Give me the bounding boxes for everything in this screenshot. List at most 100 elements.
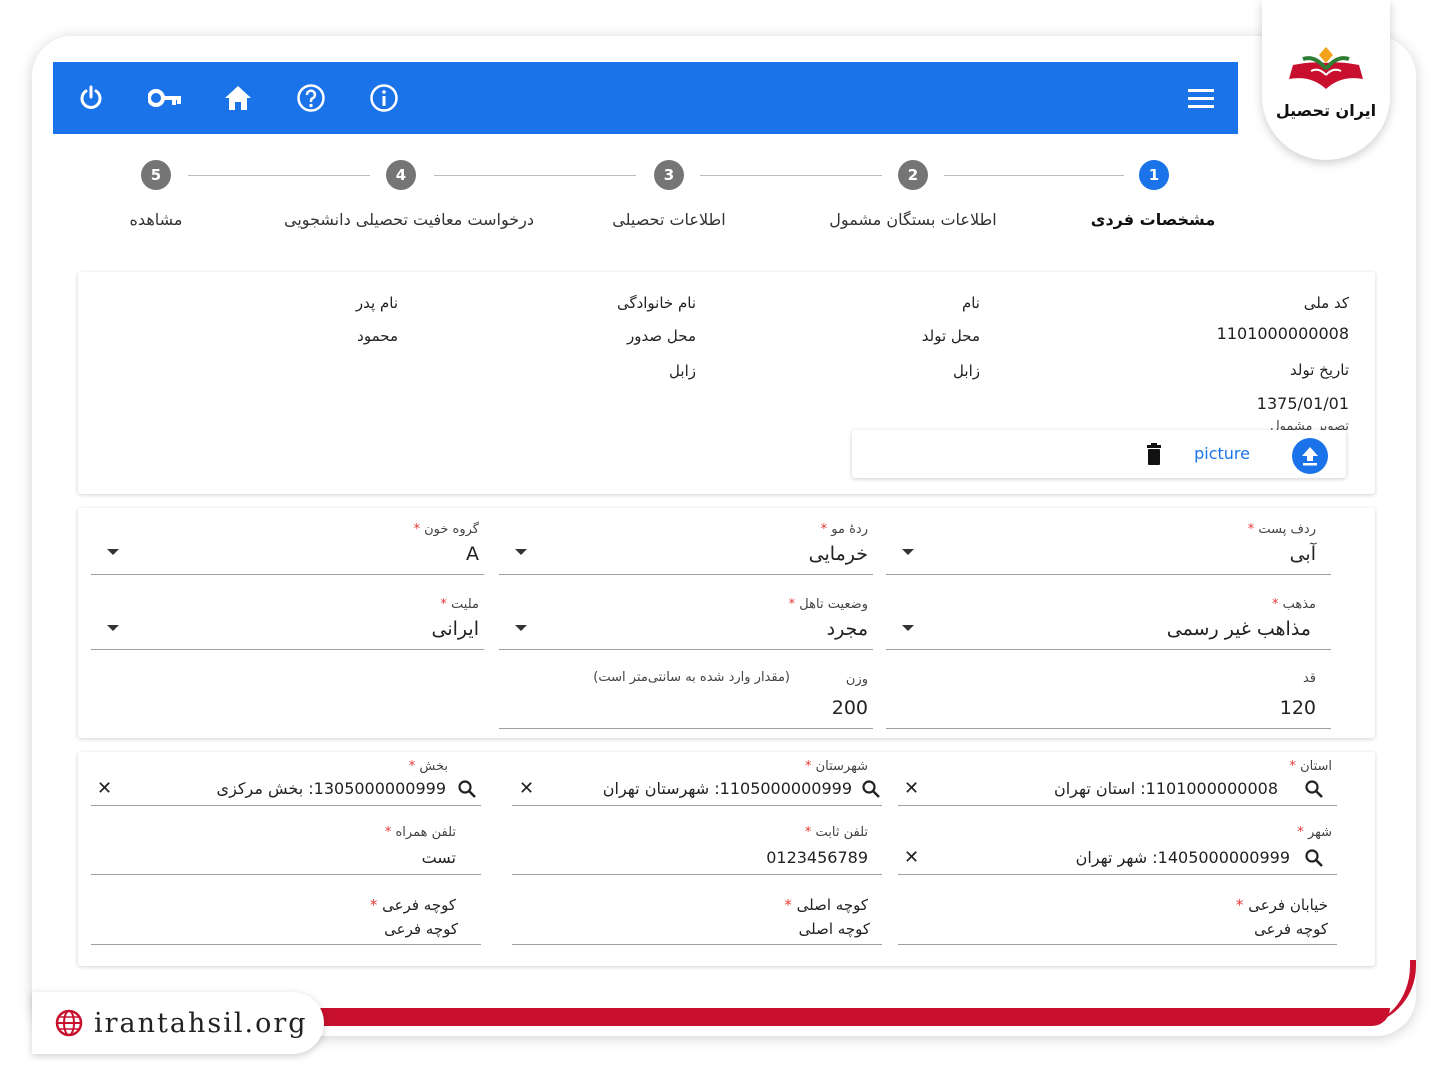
step-5-label[interactable]: مشاهده <box>130 210 183 229</box>
step-1-label[interactable]: مشخصات فردی <box>1091 210 1215 229</box>
district-label: بخش * <box>408 759 448 774</box>
step-connector <box>700 175 882 176</box>
skin-select-underline <box>886 574 1331 575</box>
chevron-down-icon[interactable] <box>515 625 527 631</box>
step-2-circle[interactable]: 2 <box>898 160 928 190</box>
district-value[interactable]: 1305000000999: بخش مرکزی <box>217 779 446 798</box>
street-input[interactable]: کوچه فرعی <box>1254 920 1328 938</box>
issue-place-value: زابل <box>669 362 696 380</box>
step-1-circle[interactable]: 1 <box>1139 160 1169 190</box>
hair-select-value[interactable]: خرمایی <box>809 543 868 565</box>
height-underline <box>886 728 1331 729</box>
nationality-label: ملیت * <box>440 597 479 612</box>
decor-red-band <box>300 1008 1390 1026</box>
help-icon[interactable] <box>293 80 329 116</box>
height-label: قد <box>1302 671 1316 686</box>
skin-label: ردف پست * <box>1247 522 1316 537</box>
step-4-label[interactable]: درخواست معافیت تحصیلی دانشجویی <box>284 210 534 229</box>
first-name-label: نام <box>961 294 980 312</box>
home-icon[interactable] <box>220 80 256 116</box>
chevron-down-icon[interactable] <box>515 549 527 555</box>
mobile-underline <box>91 874 481 875</box>
religion-select-underline <box>886 649 1331 650</box>
religion-select-value[interactable]: مذاهب غیر رسمی <box>1167 618 1311 640</box>
step-4-circle[interactable]: 4 <box>386 160 416 190</box>
mobile-input[interactable]: تست <box>422 848 456 867</box>
height-input[interactable]: 120 <box>1280 697 1316 719</box>
step-3-label[interactable]: اطلاعات تحصیلی <box>612 210 725 229</box>
marital-select-value[interactable]: مجرد <box>827 618 868 640</box>
national-code-label: کد ملی <box>1303 294 1349 312</box>
clear-icon[interactable]: ✕ <box>519 778 534 799</box>
chevron-down-icon[interactable] <box>107 549 119 555</box>
weight-input[interactable]: 200 <box>832 697 868 719</box>
clear-icon[interactable]: ✕ <box>97 778 112 799</box>
father-name-value: محمود <box>357 327 398 345</box>
site-badge: irantahsil.org <box>32 992 324 1054</box>
info-icon[interactable] <box>366 80 402 116</box>
chevron-down-icon[interactable] <box>902 549 914 555</box>
search-icon[interactable] <box>458 780 476 798</box>
step-3-circle[interactable]: 3 <box>654 160 684 190</box>
step-5-circle[interactable]: 5 <box>141 160 171 190</box>
marital-select-underline <box>499 649 873 650</box>
skin-select-value[interactable]: آبی <box>1290 543 1316 565</box>
sub-alley-input[interactable]: کوچه فرعی <box>384 920 458 938</box>
key-icon[interactable] <box>147 80 183 116</box>
search-icon[interactable] <box>862 780 880 798</box>
sub-alley-underline <box>91 944 481 945</box>
phone-input[interactable]: 0123456789 <box>766 848 868 867</box>
menu-icon[interactable] <box>1183 80 1219 116</box>
power-icon[interactable] <box>73 80 109 116</box>
hair-label: ردهٔ مو * <box>820 522 868 537</box>
city-label: شهر * <box>1297 825 1332 840</box>
delete-icon[interactable] <box>1146 443 1162 465</box>
chevron-down-icon[interactable] <box>902 625 914 631</box>
hair-select-underline <box>499 574 873 575</box>
sub-alley-label: کوچه فرعی * <box>369 896 456 914</box>
upload-button[interactable] <box>1292 438 1328 474</box>
step-2-label[interactable]: اطلاعات بستگان مشمول <box>829 210 996 229</box>
weight-label: وزن <box>845 672 868 687</box>
county-value[interactable]: 1105000000999: شهرستان تهران <box>603 779 852 798</box>
birth-date-label: تاریخ تولد <box>1290 361 1349 379</box>
weight-hint: (مقدار وارد شده به سانتی‌متر است) <box>593 670 790 685</box>
search-icon[interactable] <box>1305 780 1323 798</box>
nationality-select-value[interactable]: ایرانی <box>432 618 479 640</box>
province-value[interactable]: 1101000000008: استان تهران <box>1054 779 1278 798</box>
logo-badge: ایران تحصیل <box>1262 0 1390 160</box>
national-code-value: 1101000000008 <box>1216 324 1349 343</box>
search-icon[interactable] <box>1305 849 1323 867</box>
mobile-label: تلفن همراه * <box>384 825 456 840</box>
book-logo-icon <box>1289 47 1363 89</box>
globe-icon <box>55 1009 83 1037</box>
main-alley-label: کوچه اصلی * <box>784 896 868 914</box>
picture-link[interactable]: picture <box>1194 444 1250 463</box>
site-url: irantahsil.org <box>94 1007 308 1039</box>
clear-icon[interactable]: ✕ <box>904 778 919 799</box>
city-value[interactable]: 1405000000999: شهر تهران <box>1076 848 1290 867</box>
issue-place-label: محل صدور <box>627 327 696 345</box>
top-toolbar <box>53 62 1238 134</box>
main-alley-input[interactable]: کوچه اصلی <box>799 920 870 938</box>
street-underline <box>898 944 1337 945</box>
blood-select-value[interactable]: A <box>466 543 479 565</box>
district-underline <box>91 805 481 806</box>
weight-underline <box>499 728 873 729</box>
phone-underline <box>512 874 882 875</box>
clear-icon[interactable]: ✕ <box>904 847 919 868</box>
main-alley-underline <box>512 944 882 945</box>
picture-upload-box: picture <box>852 430 1346 478</box>
birth-place-value: زابل <box>953 362 980 380</box>
marital-label: وضعیت تاهل * <box>788 597 868 612</box>
family-name-label: نام خانوادگی <box>616 294 696 312</box>
county-underline <box>512 805 882 806</box>
step-connector <box>188 175 370 176</box>
chevron-down-icon[interactable] <box>107 625 119 631</box>
city-underline <box>898 874 1337 875</box>
step-connector <box>944 175 1124 176</box>
nationality-select-underline <box>91 649 484 650</box>
stepper: 1 2 3 4 5 مشخصات فردی اطلاعات بستگان مشم… <box>53 150 1238 250</box>
county-label: شهرستان * <box>804 759 868 774</box>
birth-date-value: 1375/01/01 <box>1256 394 1349 413</box>
